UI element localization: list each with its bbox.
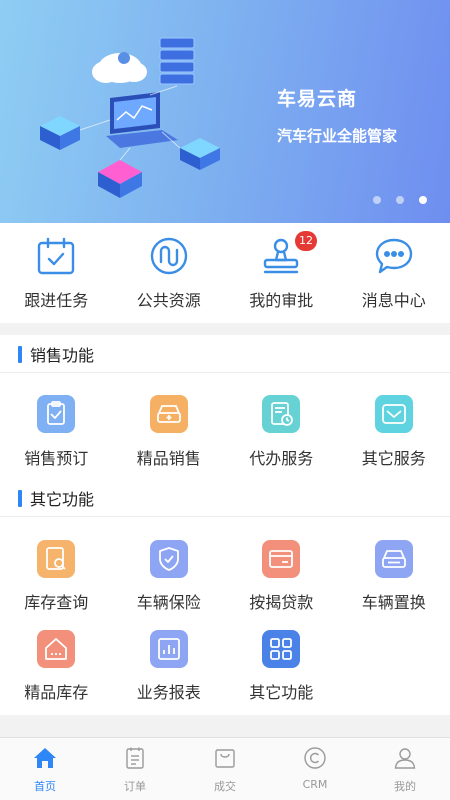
quick-action-label: 我的审批 bbox=[249, 291, 314, 310]
chat-bubble-icon bbox=[375, 238, 412, 274]
tab-label: 订单 bbox=[124, 780, 146, 793]
other-item-label: 车辆置换 bbox=[361, 593, 426, 612]
cloud-server-illustration bbox=[40, 37, 220, 198]
other-item-label: 库存查询 bbox=[24, 593, 89, 612]
banner-carousel[interactable]: 车易云商 汽车行业全能管家 bbox=[0, 0, 450, 223]
tab-home[interactable]: 首页 bbox=[0, 738, 90, 800]
quick-action-label: 公共资源 bbox=[136, 291, 201, 310]
user-icon bbox=[394, 748, 416, 769]
other-item-label: 业务报表 bbox=[136, 683, 201, 702]
bar-report-icon bbox=[149, 630, 188, 668]
tab-label: 首页 bbox=[34, 780, 56, 793]
car-swap-icon bbox=[374, 540, 413, 578]
carousel-dot[interactable] bbox=[396, 196, 404, 204]
quick-action-follow-up[interactable]: 跟进任务 bbox=[0, 223, 113, 323]
sales-section: 销售功能 销售预订 精品销售 代办服务 其它服务 bbox=[0, 335, 450, 483]
quick-action-label: 跟进任务 bbox=[24, 291, 89, 310]
banner-title: 车易云商 bbox=[277, 88, 358, 110]
crm-icon bbox=[304, 747, 326, 769]
route-circle-icon bbox=[150, 237, 187, 275]
tab-crm[interactable]: CRM bbox=[270, 738, 360, 800]
calendar-check-icon bbox=[37, 237, 75, 275]
order-icon bbox=[126, 747, 144, 769]
tab-label: 我的 bbox=[394, 780, 416, 793]
other-item-label: 按揭贷款 bbox=[249, 593, 314, 612]
quick-action-public-resources[interactable]: 公共资源 bbox=[113, 223, 226, 323]
home-icon bbox=[34, 748, 56, 768]
approval-count-badge: 12 bbox=[295, 231, 317, 251]
house-icon bbox=[37, 630, 75, 668]
grid-icon bbox=[262, 630, 300, 668]
carousel-dot-active[interactable] bbox=[419, 196, 427, 204]
quick-action-message-center[interactable]: 消息中心 bbox=[338, 223, 450, 323]
tab-label: CRM bbox=[302, 778, 328, 791]
search-doc-icon bbox=[37, 540, 75, 578]
other-item-label: 精品库存 bbox=[24, 683, 89, 702]
tab-mine[interactable]: 我的 bbox=[360, 738, 450, 800]
section-accent-bar bbox=[18, 489, 22, 507]
quick-action-my-approvals[interactable]: 12 我的审批 bbox=[225, 223, 338, 323]
carousel-indicator bbox=[373, 196, 427, 204]
quick-action-label: 消息中心 bbox=[361, 291, 426, 310]
sales-item-label: 销售预订 bbox=[24, 449, 89, 468]
sales-item-label: 代办服务 bbox=[249, 449, 314, 468]
credit-card-icon bbox=[262, 540, 300, 578]
other-item-label: 其它功能 bbox=[249, 683, 314, 702]
divider bbox=[0, 516, 450, 517]
section-title: 销售功能 bbox=[30, 346, 95, 365]
tab-label: 成交 bbox=[214, 780, 236, 793]
car-plus-icon bbox=[149, 395, 188, 433]
clipboard-check-icon bbox=[37, 395, 75, 433]
section-title: 其它功能 bbox=[30, 490, 95, 509]
shield-check-icon bbox=[149, 540, 188, 578]
divider bbox=[0, 372, 450, 373]
carousel-dot[interactable] bbox=[373, 196, 381, 204]
section-header: 销售功能 bbox=[18, 344, 95, 365]
sales-item-label: 其它服务 bbox=[361, 449, 426, 468]
other-item-label: 车辆保险 bbox=[136, 593, 201, 612]
bag-icon bbox=[215, 749, 235, 768]
sales-item-label: 精品销售 bbox=[136, 449, 201, 468]
diamond-icon bbox=[374, 395, 413, 433]
banner-subtitle: 汽车行业全能管家 bbox=[277, 127, 398, 145]
tab-deals[interactable]: 成交 bbox=[180, 738, 270, 800]
document-clock-icon bbox=[262, 395, 300, 433]
bottom-tab-bar: 首页 订单 成交 CRM 我的 bbox=[0, 737, 450, 800]
quick-actions: 跟进任务 公共资源 12 我的审批 消息中心 bbox=[0, 223, 450, 323]
section-accent-bar bbox=[18, 345, 22, 363]
other-section: 其它功能 库存查询 车辆保险 按揭贷款 车辆置换 精品库存 业务报表 其它功能 bbox=[0, 483, 450, 715]
tab-orders[interactable]: 订单 bbox=[90, 738, 180, 800]
section-header: 其它功能 bbox=[18, 488, 95, 509]
